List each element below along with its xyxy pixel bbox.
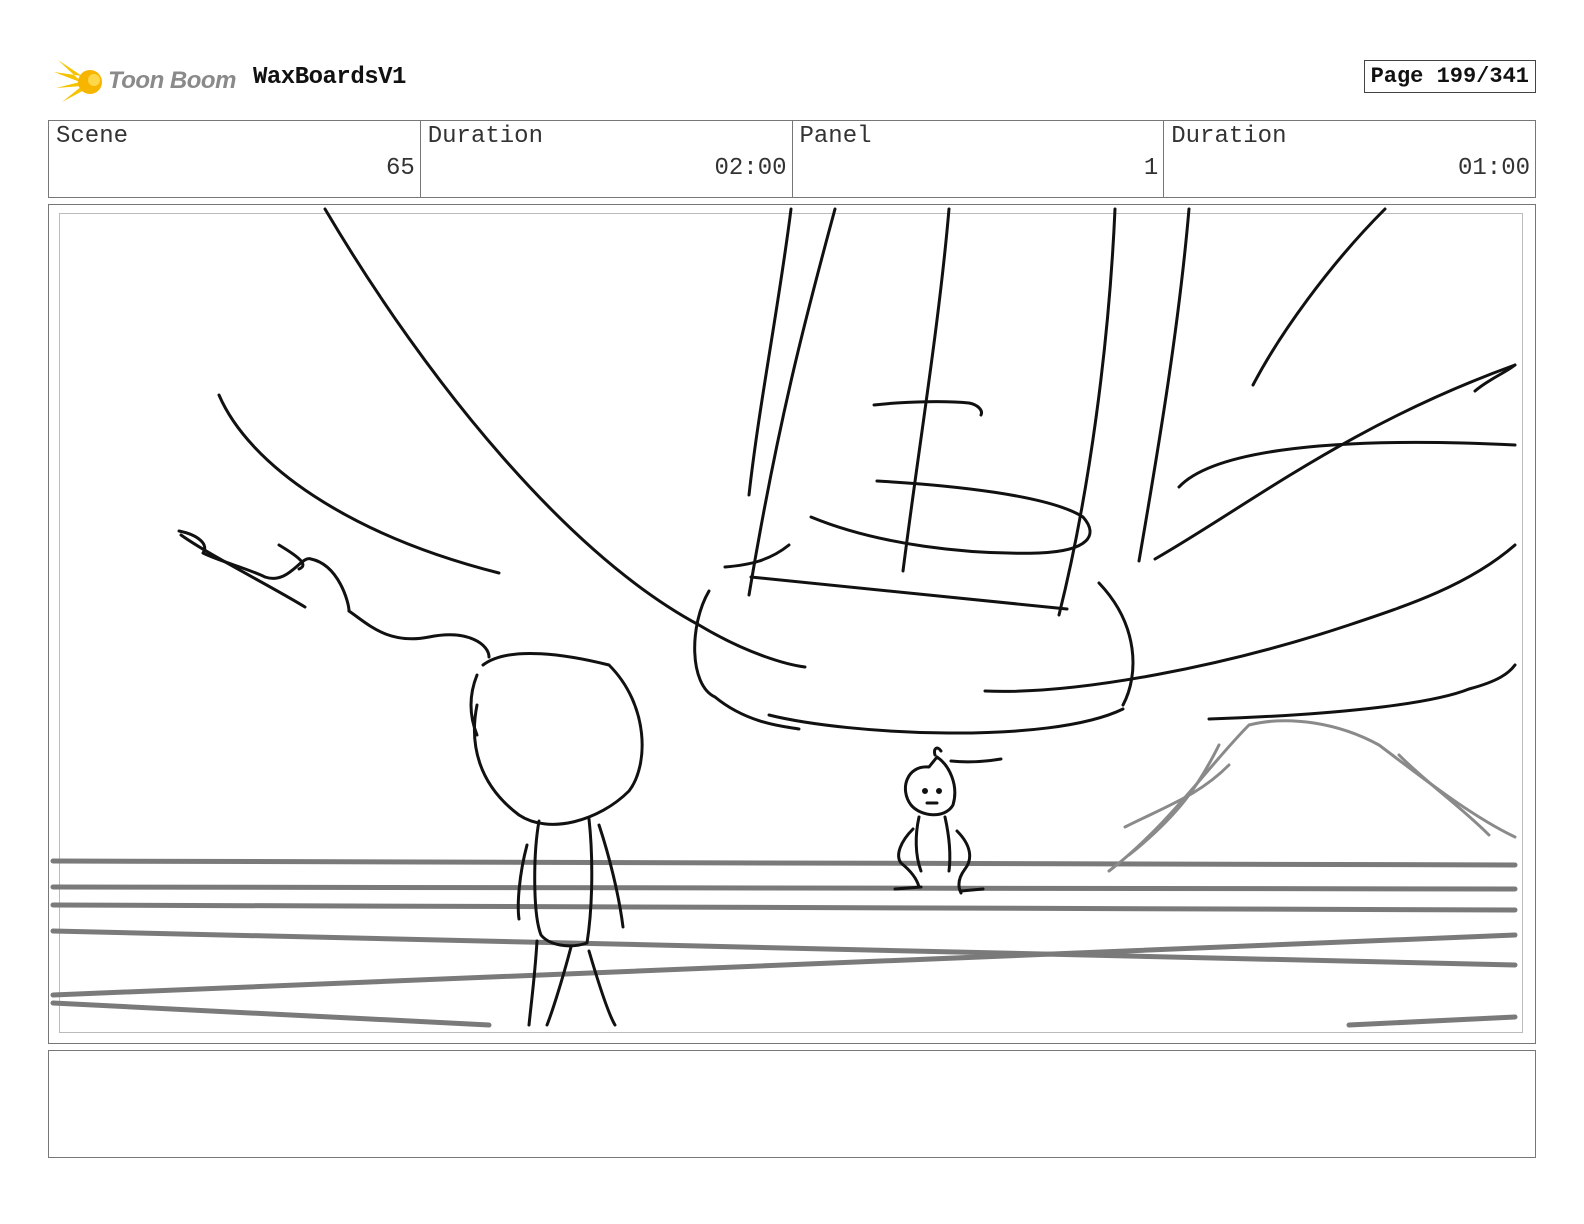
scene-duration-value: 02:00 — [714, 155, 787, 182]
page-header: Toon Boom WaxBoardsV1 Page 199/341 — [48, 54, 1536, 110]
panel-notes — [48, 1050, 1536, 1158]
storyboard-panel — [48, 204, 1536, 1044]
scene-duration-label: Duration — [427, 123, 543, 150]
panel-duration-value: 01:00 — [1457, 155, 1530, 182]
scene-value: 65 — [385, 155, 415, 182]
small-character-sketch — [893, 746, 985, 895]
ground-lines — [50, 858, 1518, 1028]
logo-text: Toon Boom — [108, 67, 236, 94]
panel-duration-cell: Duration 01:00 — [1164, 121, 1535, 197]
panel-duration-label: Duration — [1171, 123, 1287, 150]
scene-info-table: Scene 65 Duration 02:00 Panel 1 Duration… — [48, 120, 1536, 198]
panel-value: 1 — [1143, 155, 1159, 182]
panel-label: Panel — [799, 123, 872, 150]
panel-cell: Panel 1 — [793, 121, 1165, 197]
scene-label: Scene — [56, 123, 129, 150]
page-counter: Page 199/341 — [1363, 60, 1536, 93]
toon-boom-logo: Toon Boom — [52, 56, 242, 106]
scene-cell: Scene 65 — [49, 121, 421, 197]
project-title: WaxBoardsV1 — [253, 64, 406, 91]
giant-foot-sketch — [217, 207, 1517, 764]
tall-character-sketch — [177, 529, 644, 1027]
starburst-icon — [54, 60, 102, 102]
panel-sketch — [50, 207, 1518, 1028]
distant-hill — [1107, 719, 1517, 873]
scene-duration-cell: Duration 02:00 — [421, 121, 793, 197]
